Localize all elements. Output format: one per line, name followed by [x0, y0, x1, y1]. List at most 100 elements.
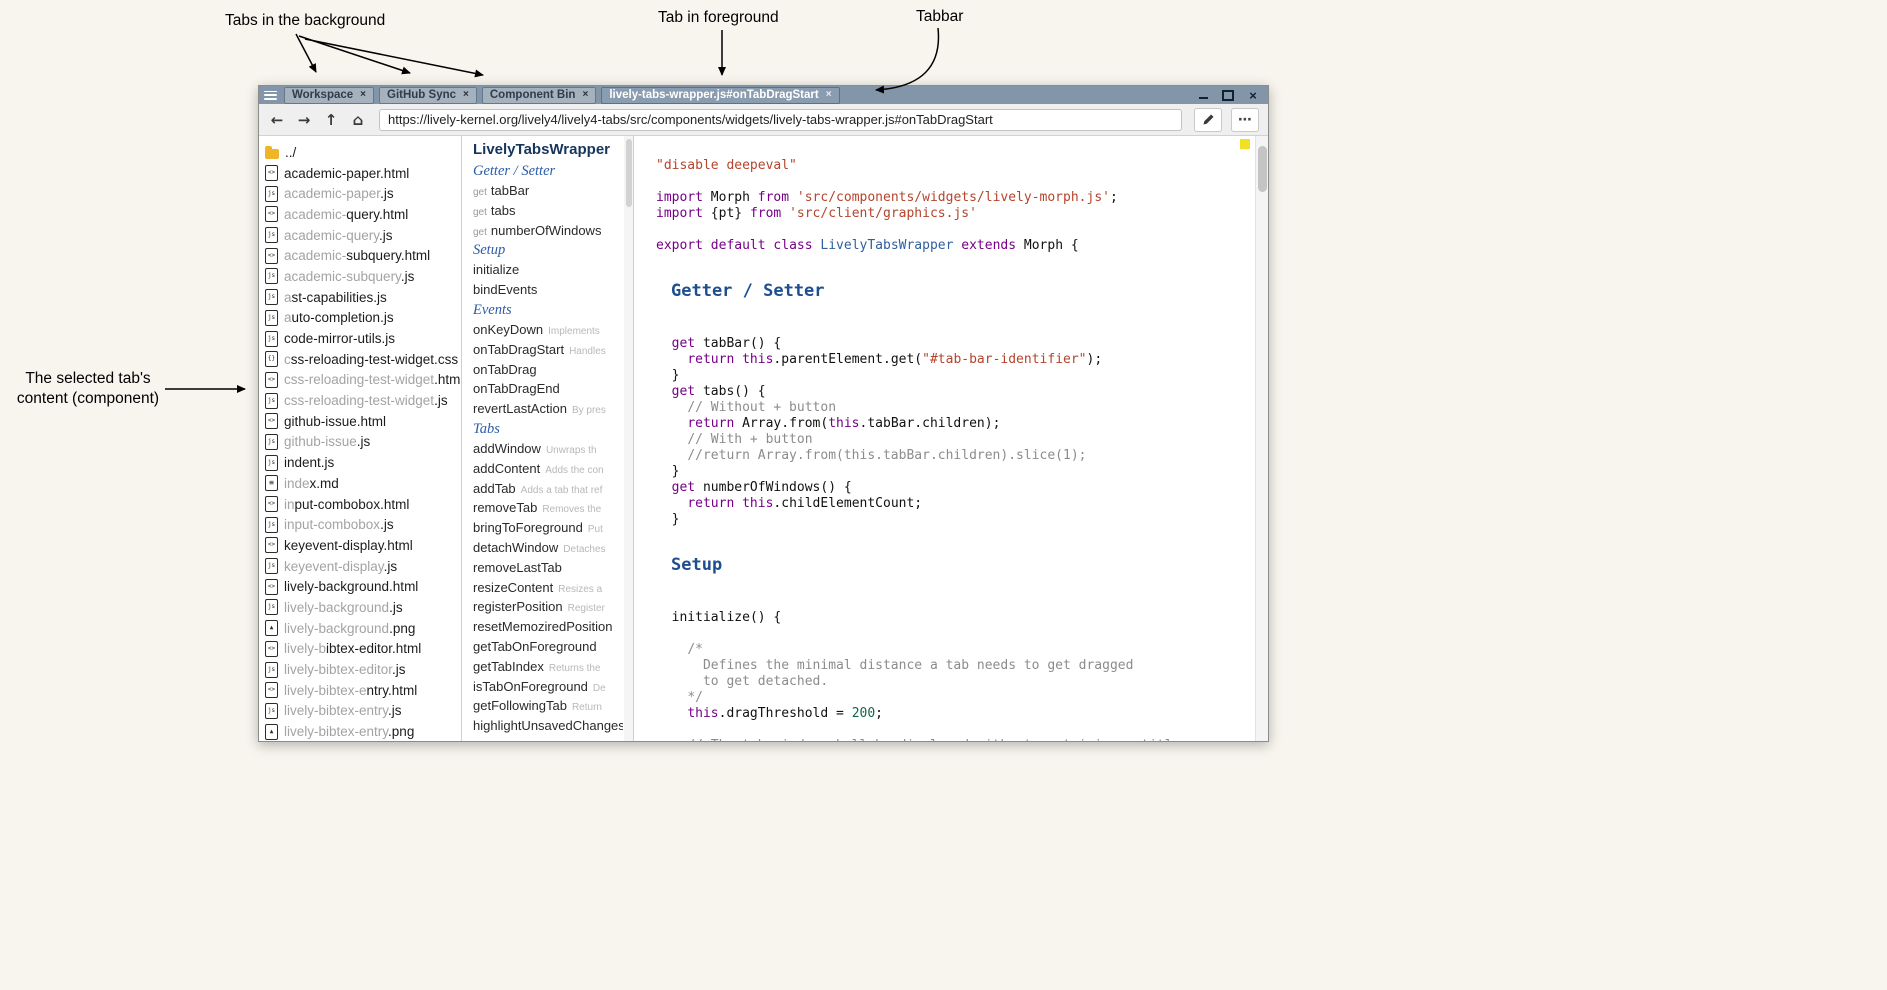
close-button[interactable]: × [1247, 89, 1259, 101]
code-line[interactable]: return this.childElementCount; [656, 496, 1255, 512]
file-item[interactable]: academic-subquery.js [265, 266, 461, 287]
editor-scrollbar-thumb[interactable] [1258, 146, 1267, 192]
tab-foreground-lively-tabs-wrapper-js-ontabdragstart[interactable]: lively-tabs-wrapper.js#onTabDragStart× [601, 87, 839, 104]
code-line[interactable]: "disable deepeval" [656, 158, 1255, 174]
edit-button[interactable] [1194, 108, 1222, 132]
code-line[interactable] [656, 174, 1255, 190]
file-item[interactable]: css-reloading-test-widget.html [265, 370, 461, 391]
file-item[interactable]: css-reloading-test-widget.js [265, 390, 461, 411]
minimize-button[interactable] [1197, 89, 1209, 101]
code-line[interactable]: } [656, 512, 1255, 528]
home-button[interactable]: ⌂ [349, 111, 367, 129]
tab-close-icon[interactable]: × [360, 90, 366, 100]
file-item[interactable]: ast-capabilities.js [265, 287, 461, 308]
outline-method-bringtoforeground[interactable]: bringToForegroundPut [473, 518, 623, 538]
code-line[interactable] [656, 626, 1255, 642]
menu-icon[interactable] [264, 91, 277, 100]
file-item[interactable]: ../ [265, 142, 461, 163]
code-line[interactable]: export default class LivelyTabsWrapper e… [656, 238, 1255, 254]
outline-method-ontabdragstart[interactable]: onTabDragStartHandles [473, 340, 623, 360]
outline-method-tabs[interactable]: gettabs [473, 201, 623, 221]
outline-method-onkeydown[interactable]: onKeyDownImplements [473, 320, 623, 340]
code-line[interactable] [656, 722, 1255, 738]
tab-close-icon[interactable]: × [826, 90, 832, 100]
file-item[interactable]: academic-subquery.html [265, 245, 461, 266]
outline-method-gettabonforeground[interactable]: getTabOnForeground [473, 637, 623, 657]
tabbar[interactable]: Workspace× GitHub Sync× Component Bin× live… [259, 86, 1268, 104]
file-item[interactable]: css-reloading-test-widget.css [265, 349, 461, 370]
code-line[interactable]: return Array.from(this.tabBar.children); [656, 416, 1255, 432]
code-line[interactable]: // The tab window shall be displayed wit… [656, 738, 1255, 741]
file-item[interactable]: keyevent-display.js [265, 556, 461, 577]
outline-method-addwindow[interactable]: addWindowUnwraps th [473, 439, 623, 459]
outline-method-detachwindow[interactable]: detachWindowDetaches [473, 538, 623, 558]
tab-background-workspace[interactable]: Workspace× [284, 87, 374, 104]
outline-method-removelasttab[interactable]: removeLastTab [473, 558, 623, 578]
file-item[interactable]: lively-background.html [265, 576, 461, 597]
outline-scrollbar[interactable] [624, 136, 633, 741]
outline-method-initialize[interactable]: initialize [473, 260, 623, 280]
tab-close-icon[interactable]: × [582, 90, 588, 100]
code-line[interactable]: // With + button [656, 432, 1255, 448]
editor-scrollbar[interactable] [1255, 136, 1268, 741]
file-item[interactable]: academic-paper.js [265, 183, 461, 204]
tab-background-component-bin[interactable]: Component Bin× [482, 87, 596, 104]
outline-method-tabbar[interactable]: gettabBar [473, 181, 623, 201]
code-line[interactable]: import {pt} from 'src/client/graphics.js… [656, 206, 1255, 222]
outline-method-resetmemoziredposition[interactable]: resetMemoziredPosition [473, 617, 623, 637]
file-item[interactable]: code-mirror-utils.js [265, 328, 461, 349]
code-line[interactable]: get tabBar() { [656, 336, 1255, 352]
tab-background-github-sync[interactable]: GitHub Sync× [379, 87, 477, 104]
code-line[interactable] [656, 528, 1255, 544]
code-line[interactable]: /* [656, 642, 1255, 658]
url-input[interactable] [379, 109, 1182, 131]
forward-button[interactable]: → [295, 111, 313, 129]
outline-method-istabonforeground[interactable]: isTabOnForegroundDe [473, 677, 623, 697]
file-item[interactable]: lively-bibtex-editor.js [265, 659, 461, 680]
code-editor[interactable]: "disable deepeval" import Morph from 'src… [634, 136, 1255, 741]
file-item[interactable]: input-combobox.js [265, 514, 461, 535]
more-button[interactable]: ⋯ [1231, 108, 1259, 132]
file-item[interactable]: github-issue.js [265, 432, 461, 453]
file-item[interactable]: lively-bibtex-entry.js [265, 701, 461, 722]
code-line[interactable]: */ [656, 690, 1255, 706]
code-line[interactable]: initialize() { [656, 610, 1255, 626]
file-item[interactable]: lively-background.js [265, 597, 461, 618]
outline-method-ontabdrag[interactable]: onTabDrag [473, 360, 623, 380]
code-line[interactable] [656, 594, 1255, 610]
outline-method-bindevents[interactable]: bindEvents [473, 280, 623, 300]
outline-scrollbar-thumb[interactable] [626, 139, 632, 207]
code-line[interactable]: import Morph from 'src/components/widget… [656, 190, 1255, 206]
code-line[interactable]: Defines the minimal distance a tab needs… [656, 658, 1255, 674]
file-item[interactable]: lively-bibtex-editor.html [265, 639, 461, 660]
outline-method-highlightunsavedchanges[interactable]: highlightUnsavedChanges [473, 716, 623, 736]
code-line[interactable]: this.dragThreshold = 200; [656, 706, 1255, 722]
file-item[interactable]: academic-paper.html [265, 163, 461, 184]
code-line[interactable]: //return Array.from(this.tabBar.children… [656, 448, 1255, 464]
outline-method-ontabdragend[interactable]: onTabDragEnd [473, 379, 623, 399]
code-line[interactable]: // Without + button [656, 400, 1255, 416]
code-line[interactable]: return this.parentElement.get("#tab-bar-… [656, 352, 1255, 368]
file-item[interactable]: lively-background.png [265, 618, 461, 639]
file-item[interactable]: auto-completion.js [265, 308, 461, 329]
file-item[interactable]: academic-query.html [265, 204, 461, 225]
outline-method-registerposition[interactable]: registerPositionRegister [473, 597, 623, 617]
file-item[interactable]: academic-query.js [265, 225, 461, 246]
outline-method-revertlastaction[interactable]: revertLastActionBy pres [473, 399, 623, 419]
code-line[interactable] [656, 222, 1255, 238]
back-button[interactable]: ← [268, 111, 286, 129]
file-item[interactable]: index.md [265, 473, 461, 494]
file-item[interactable]: input-combobox.html [265, 494, 461, 515]
up-button[interactable]: ↑ [322, 111, 340, 129]
code-line[interactable]: } [656, 368, 1255, 384]
file-item[interactable]: lively-bibtex-entry.html [265, 680, 461, 701]
code-line[interactable]: to get detached. [656, 674, 1255, 690]
code-line[interactable] [656, 320, 1255, 336]
file-item[interactable]: github-issue.html [265, 411, 461, 432]
outline-method-removetab[interactable]: removeTabRemoves the [473, 498, 623, 518]
outline-method-addcontent[interactable]: addContentAdds the con [473, 459, 623, 479]
code-line[interactable]: } [656, 464, 1255, 480]
tab-close-icon[interactable]: × [463, 90, 469, 100]
code-line[interactable]: get numberOfWindows() { [656, 480, 1255, 496]
outline-method-numberofwindows[interactable]: getnumberOfWindows [473, 221, 623, 241]
